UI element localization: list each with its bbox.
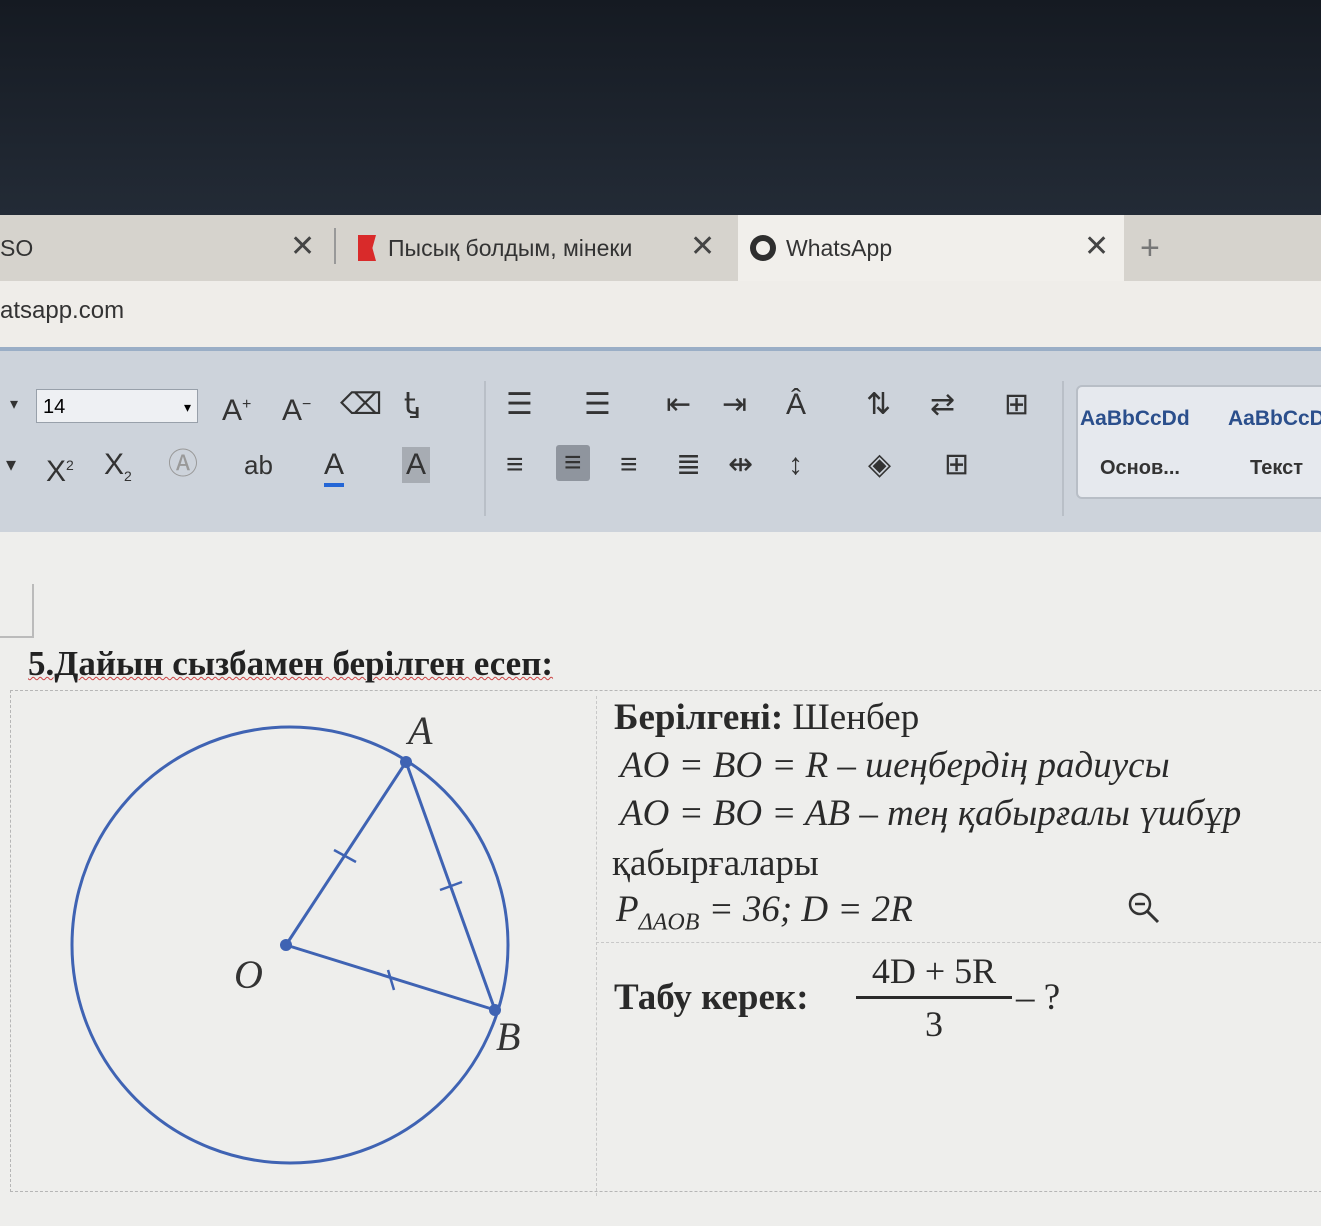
problem-heading: 5.Дайын сызбамен берілген есеп: [28, 644, 553, 684]
decrease-indent-icon[interactable]: ⇤ [666, 387, 691, 423]
perimeter-symbol: P [616, 889, 639, 930]
label-a: A [405, 708, 433, 753]
ribbon-separator [484, 381, 486, 516]
fill-icon[interactable]: ◈ [868, 447, 891, 483]
tab-whatsapp[interactable]: WhatsApp ✕ [738, 215, 1124, 281]
chevron-down-icon[interactable]: ▾ [6, 447, 16, 483]
tab-pysyq[interactable]: Пысық болдым, мінеки ✕ [350, 215, 730, 281]
document-page[interactable]: 5.Дайын сызбамен берілген есеп: A O B Бе… [0, 532, 1321, 1226]
distribute-icon[interactable]: ⇹ [728, 447, 753, 483]
font-color-label: A [324, 448, 345, 481]
close-icon[interactable]: ✕ [690, 229, 715, 264]
perimeter-line: PΔAOB = 36; D = 2R [616, 888, 913, 936]
paragraph-spacing-icon[interactable]: ⇄ [930, 387, 955, 423]
close-icon[interactable]: ✕ [290, 229, 315, 264]
style-name-normal[interactable]: Основ... [1100, 457, 1180, 480]
new-tab-button[interactable]: + [1140, 215, 1180, 281]
given-line-3: қабырғалары [612, 843, 819, 884]
zoom-out-icon[interactable] [1126, 890, 1162, 926]
style-name-text[interactable]: Текст [1250, 457, 1303, 480]
given-label: Берілгені: [614, 697, 784, 738]
borders-icon[interactable]: ⊞ [944, 447, 969, 483]
point-a [400, 756, 412, 768]
margin-marker [0, 584, 34, 638]
subscript-button[interactable]: X2 [104, 447, 132, 494]
given-line-2: AO = BO = AB – тең қабырғалы үшбұр [620, 793, 1242, 834]
fraction-numerator: 4D + 5R [856, 950, 1012, 999]
point-o [280, 939, 292, 951]
segment-oa [284, 761, 408, 946]
tab-title: SO [0, 234, 34, 261]
align-right-icon[interactable]: ≡ [620, 447, 638, 483]
table-column-line [596, 696, 597, 1196]
fraction: 4D + 5R 3 [856, 950, 1012, 1045]
geometry-figure: A O B [70, 708, 520, 1165]
label-b: B [496, 1014, 520, 1059]
tab-so[interactable]: SO ✕ [0, 215, 330, 281]
styles-gallery: AaBbCcDd Основ... AaBbCcD Текст [1076, 385, 1321, 499]
font-color-button[interactable]: A [324, 447, 345, 487]
shrink-font-label: A [282, 394, 303, 427]
tab-title: WhatsApp [786, 234, 893, 261]
address-bar[interactable]: atsapp.com [0, 281, 1321, 347]
tab-bar: SO ✕ Пысық болдым, мінеки ✕ WhatsApp ✕ + [0, 215, 1321, 281]
bullet-list-icon[interactable]: ☰ [506, 387, 533, 423]
whatsapp-icon [750, 235, 776, 261]
font-size-value: 14 [43, 396, 66, 418]
line-spacing-icon[interactable]: ↕ [788, 447, 803, 483]
given-line: Берілгені: Шенбер [614, 696, 919, 739]
tick-mark-oa [333, 848, 357, 864]
given-line-1: AO = BO = R – шеңбердің радиусы [620, 745, 1170, 786]
fraction-denominator: 3 [925, 1004, 943, 1044]
given-value: Шенбер [792, 697, 920, 738]
justify-icon[interactable]: ≣ [676, 447, 701, 483]
change-case-icon[interactable]: Ꮏ [404, 387, 420, 423]
url-text: atsapp.com [0, 297, 125, 324]
heading-text: 5.Дайын сызбамен берілген есеп: [28, 644, 554, 683]
ribbon-separator [1062, 381, 1064, 516]
grow-font-label: A [222, 394, 243, 427]
align-center-icon[interactable]: ≡ [556, 445, 590, 481]
highlight-icon[interactable]: ab [244, 447, 273, 483]
superscript-button[interactable]: X2 [46, 447, 74, 490]
subscript-label: X [104, 448, 125, 481]
font-size-toggle-icon[interactable]: Â [786, 387, 806, 423]
chevron-down-icon: ▾ [183, 399, 191, 415]
text-effect-icon[interactable]: Ⓐ [168, 447, 198, 483]
editor-ribbon: 14 ▾ ▾ A+ A− ⌫ Ꮏ ▾ X2 X2 Ⓐ ab A A ☰ ☰ ⇤ … [0, 347, 1321, 536]
close-icon[interactable]: ✕ [1084, 229, 1109, 264]
numbered-list-icon[interactable]: ☰ [584, 387, 611, 423]
label-o: O [234, 952, 263, 997]
chevron-down-icon[interactable]: ▾ [10, 387, 18, 423]
bookmark-icon [358, 235, 376, 261]
style-preview-text[interactable]: AaBbCcD [1228, 407, 1321, 431]
char-shading-button[interactable]: A [402, 447, 431, 483]
tick-mark-ob [386, 969, 396, 991]
shrink-font-button[interactable]: A− [282, 387, 311, 429]
superscript-label: X [46, 455, 67, 488]
table-row-line [596, 942, 1321, 943]
monitor-bezel [0, 0, 1321, 215]
increase-indent-icon[interactable]: ⇥ [722, 387, 747, 423]
char-shading-label: A [406, 448, 427, 481]
eraser-icon[interactable]: ⌫ [340, 387, 382, 423]
tab-title: Пысық болдым, мінеки [388, 234, 633, 261]
style-preview-normal[interactable]: AaBbCcDd [1080, 407, 1190, 431]
grow-font-button[interactable]: A+ [222, 387, 251, 429]
perimeter-value: = 36; D = 2R [708, 889, 913, 930]
perimeter-subscript: ΔAOB [638, 909, 700, 936]
table-icon[interactable]: ⊞ [1004, 387, 1029, 423]
find-suffix: – ? [1016, 977, 1061, 1018]
tab-separator [334, 228, 336, 264]
align-left-icon[interactable]: ≡ [506, 447, 524, 483]
font-size-select[interactable]: 14 ▾ [36, 389, 198, 423]
sort-icon[interactable]: ⇅ [866, 387, 891, 423]
find-label: Табу керек: [614, 977, 809, 1018]
